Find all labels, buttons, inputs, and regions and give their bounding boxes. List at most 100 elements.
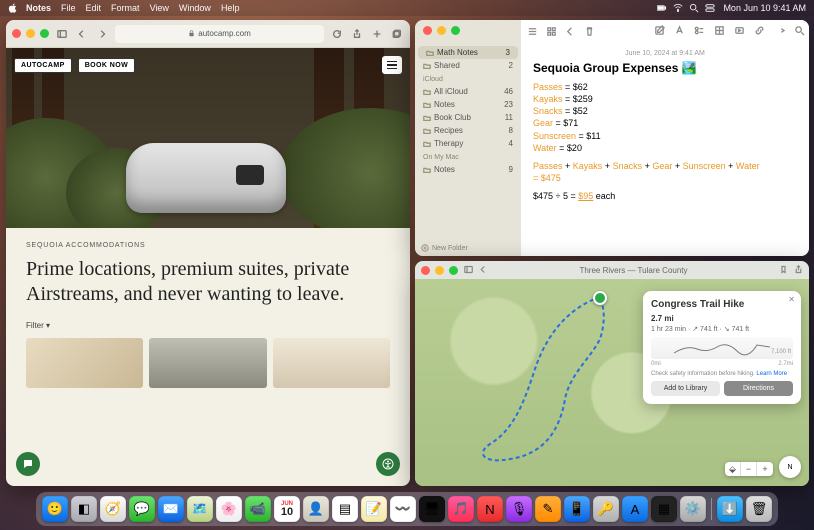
back-button[interactable] [75,27,89,41]
close-button[interactable] [421,266,430,275]
menubar-help[interactable]: Help [221,3,240,13]
search-icon[interactable] [793,24,805,36]
bookmark-icon[interactable] [779,265,788,276]
list-view-icon[interactable] [527,24,538,42]
apple-logo-icon[interactable] [8,3,18,13]
minimize-button[interactable] [437,26,446,35]
dock-notes[interactable]: 📝 [361,496,387,522]
thumbnail[interactable] [149,338,266,388]
dock-maps[interactable]: 🗺️ [187,496,213,522]
sidebar-folder[interactable]: Therapy4 [415,137,521,150]
minimize-button[interactable] [435,266,444,275]
dock-mail[interactable]: ✉️ [158,496,184,522]
dock-news[interactable]: N [477,496,503,522]
sidebar-folder[interactable]: Book Club11 [415,111,521,124]
note-editor[interactable]: June 10, 2024 at 9:41 AM Sequoia Group E… [521,20,809,256]
dock-contacts[interactable]: 👤 [303,496,329,522]
control-center-icon[interactable] [705,3,715,13]
dock-pages[interactable]: ✎ [535,496,561,522]
hamburger-menu[interactable] [382,56,402,74]
more-icon[interactable] [773,24,785,36]
dock-launchpad[interactable]: ◧ [71,496,97,522]
compose-icon[interactable] [653,24,665,36]
format-icon[interactable] [673,24,685,36]
close-card-icon[interactable]: ✕ [788,295,795,304]
thumbnail[interactable] [273,338,390,388]
sidebar-icon[interactable] [464,265,473,276]
dock-facetime[interactable]: 📹 [245,496,271,522]
map-3d-toggle[interactable]: ⬙ [725,462,741,476]
media-icon[interactable] [733,24,745,36]
menubar-file[interactable]: File [61,3,76,13]
dock-tv[interactable]: 🖥 [419,496,445,522]
forward-button[interactable] [95,27,109,41]
add-to-library-button[interactable]: Add to Library [651,381,720,396]
filter-link[interactable]: Filter ▾ [26,321,390,330]
battery-icon[interactable] [657,3,667,13]
menubar-window[interactable]: Window [179,3,211,13]
link-icon[interactable] [753,24,765,36]
close-button[interactable] [423,26,432,35]
back-icon[interactable] [565,24,576,42]
reload-icon[interactable] [330,27,344,41]
new-folder-button[interactable]: New Folder [421,244,468,252]
menubar-format[interactable]: Format [111,3,140,13]
sidebar-folder[interactable]: Notes23 [415,98,521,111]
menubar-clock[interactable]: Mon Jun 10 9:41 AM [723,3,806,13]
map-canvas[interactable]: ✕ Congress Trail Hike 2.7 mi 1 hr 23 min… [415,279,809,486]
dock-trash[interactable]: 🗑 [746,496,772,522]
dock-settings[interactable]: ⚙️ [680,496,706,522]
learn-more-link[interactable]: Learn More [756,371,787,377]
dock-freeform[interactable]: 〰️ [390,496,416,522]
sidebar-folder[interactable]: Shared2 [415,59,521,72]
chat-fab[interactable] [16,452,40,476]
site-logo[interactable]: AUTOCAMP [14,58,72,73]
minimize-button[interactable] [26,29,35,38]
close-button[interactable] [12,29,21,38]
share-icon[interactable] [794,265,803,276]
dock-finder[interactable]: 🙂 [42,496,68,522]
table-icon[interactable] [713,24,725,36]
menubar-edit[interactable]: Edit [86,3,102,13]
dock-reminders[interactable]: ▤ [332,496,358,522]
zoom-in[interactable]: + [757,462,773,476]
book-now-button[interactable]: BOOK NOW [78,58,135,73]
dock-safari[interactable]: 🧭 [100,496,126,522]
directions-button[interactable]: Directions [724,381,793,396]
dock-calendar[interactable]: JUN10 [274,496,300,522]
compass-icon[interactable]: N [779,456,801,478]
dock-calculator[interactable]: ▦ [651,496,677,522]
sidebar-toggle-icon[interactable] [55,27,69,41]
dock-appstore[interactable]: A [622,496,648,522]
search-icon[interactable] [689,3,699,13]
menubar-app[interactable]: Notes [26,3,51,13]
accessibility-fab[interactable] [376,452,400,476]
tabs-icon[interactable] [390,27,404,41]
checklist-icon[interactable] [693,24,705,36]
sidebar-folder[interactable]: Recipes8 [415,124,521,137]
share-icon[interactable] [350,27,364,41]
dock-music[interactable]: 🎵 [448,496,474,522]
sidebar-folder[interactable]: All iCloud46 [415,85,521,98]
dock-podcasts[interactable]: 🎙 [506,496,532,522]
grid-view-icon[interactable] [546,24,557,42]
menubar-view[interactable]: View [150,3,169,13]
sidebar-folder[interactable]: Notes9 [415,163,521,176]
trail-start-pin[interactable] [593,291,607,305]
dock-iphone-mirroring[interactable]: 📱 [564,496,590,522]
address-bar[interactable]: autocamp.com [115,25,324,43]
thumbnail[interactable] [26,338,143,388]
dock-photos[interactable]: 🌸 [216,496,242,522]
fullscreen-button[interactable] [449,266,458,275]
dock-passwords[interactable]: 🔑 [593,496,619,522]
back-icon[interactable] [479,265,488,276]
dock-downloads[interactable]: ⬇️ [717,496,743,522]
sidebar-folder[interactable]: Math Notes3 [418,46,518,59]
trash-icon[interactable] [584,24,595,42]
zoom-out[interactable]: − [741,462,757,476]
fullscreen-button[interactable] [451,26,460,35]
fullscreen-button[interactable] [40,29,49,38]
wifi-icon[interactable] [673,3,683,13]
new-tab-icon[interactable] [370,27,384,41]
dock-messages[interactable]: 💬 [129,496,155,522]
